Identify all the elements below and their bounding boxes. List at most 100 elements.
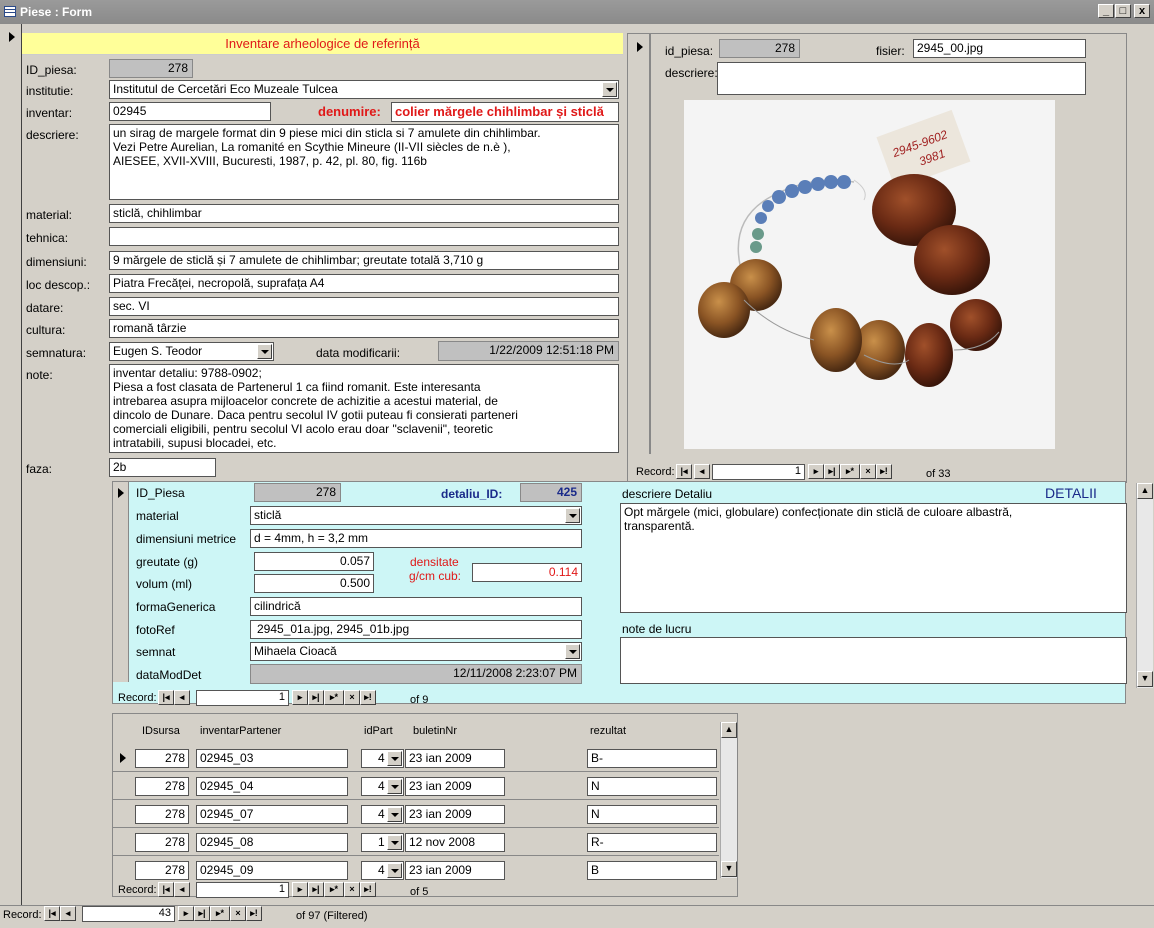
descriere-field[interactable]: un sirag de margele format din 9 piese m…	[109, 124, 619, 200]
dimensiuni-field[interactable]: 9 mărgele de sticlă și 7 amulete de chih…	[109, 251, 619, 270]
filter-record-icon[interactable]: ▸!	[246, 906, 262, 922]
cell-buletin[interactable]: 23 ian 2009	[405, 861, 505, 880]
densitate-field[interactable]: 0.114	[472, 563, 582, 582]
institutie-select[interactable]: Institutul de Cercetări Eco Muzeale Tulc…	[109, 80, 619, 99]
dimmet-field[interactable]: d = 4mm, h = 3,2 mm	[250, 529, 582, 548]
chevron-down-icon[interactable]	[257, 344, 272, 359]
cell-buletin[interactable]: 12 nov 2008	[405, 833, 505, 852]
last-record-icon[interactable]: ▸|	[194, 906, 210, 922]
first-record-icon[interactable]: |◂	[44, 906, 60, 922]
table-row[interactable]: 278 02945_09 4 23 ian 2009 B	[113, 856, 719, 882]
new-record-icon[interactable]: ▸*	[840, 464, 860, 480]
chevron-down-icon[interactable]	[387, 779, 402, 794]
photo-descriere-field[interactable]	[717, 62, 1086, 95]
next-record-icon[interactable]: ▸	[808, 464, 824, 480]
table-row[interactable]: 278 02945_04 4 23 ian 2009 N	[113, 772, 719, 800]
note-field[interactable]: inventar detaliu: 9788-0902; Piesa a fos…	[109, 364, 619, 453]
forma-field[interactable]: cilindrică	[250, 597, 582, 616]
cell-idpart[interactable]: 4	[361, 861, 404, 880]
fotoref-field[interactable]: 2945_01a.jpg, 2945_01b.jpg	[250, 620, 582, 639]
cell-idpart[interactable]: 4	[361, 749, 404, 768]
last-record-icon[interactable]: ▸|	[308, 690, 324, 706]
semnatura-select[interactable]: Eugen S. Teodor	[109, 342, 274, 361]
cell-buletin[interactable]: 23 ian 2009	[405, 749, 505, 768]
cell-idpart[interactable]: 4	[361, 777, 404, 796]
main-nav-current[interactable]: 43	[82, 906, 175, 922]
cell-rezultat[interactable]: N	[587, 805, 717, 824]
delete-record-icon[interactable]: ×	[860, 464, 876, 480]
cell-idsursa[interactable]: 278	[135, 861, 189, 880]
table-row[interactable]: 278 02945_08 1 12 nov 2008 R-	[113, 828, 719, 856]
scroll-up-icon[interactable]: ▲	[721, 722, 737, 738]
cell-inventar[interactable]: 02945_07	[196, 805, 348, 824]
scroll-up-icon[interactable]: ▲	[1137, 483, 1153, 499]
cell-buletin[interactable]: 23 ian 2009	[405, 805, 505, 824]
datare-field[interactable]: sec. VI	[109, 297, 619, 316]
filter-record-icon[interactable]: ▸!	[360, 882, 376, 898]
cell-idpart[interactable]: 1	[361, 833, 404, 852]
descdet-field[interactable]: Opt mărgele (mici, globulare) confecțion…	[620, 503, 1127, 613]
delete-record-icon[interactable]: ×	[344, 882, 360, 898]
cell-buletin[interactable]: 23 ian 2009	[405, 777, 505, 796]
cell-inventar[interactable]: 02945_03	[196, 749, 348, 768]
inventar-field[interactable]: 02945	[109, 102, 271, 121]
photo-nav-first-button[interactable]: |◂	[676, 464, 692, 480]
next-record-icon[interactable]: ▸	[292, 690, 308, 706]
next-record-icon[interactable]: ▸	[292, 882, 308, 898]
close-button[interactable]: x	[1134, 4, 1150, 18]
detail-record-selector[interactable]	[113, 482, 129, 682]
partners-scrollbar[interactable]: ▲ ▼	[720, 722, 737, 878]
cultura-field[interactable]: romană târzie	[109, 319, 619, 338]
cell-rezultat[interactable]: R-	[587, 833, 717, 852]
cell-rezultat[interactable]: B-	[587, 749, 717, 768]
cell-rezultat[interactable]: B	[587, 861, 717, 880]
filter-record-icon[interactable]: ▸!	[360, 690, 376, 706]
chevron-down-icon[interactable]	[387, 835, 402, 850]
first-record-icon[interactable]: |◂	[158, 882, 174, 898]
first-record-icon[interactable]: |◂	[676, 464, 692, 480]
delete-record-icon[interactable]: ×	[344, 690, 360, 706]
filter-record-icon[interactable]: ▸!	[876, 464, 892, 480]
photo-record-selector[interactable]	[628, 34, 650, 454]
cell-inventar[interactable]: 02945_09	[196, 861, 348, 880]
cell-inventar[interactable]: 02945_04	[196, 777, 348, 796]
cell-idsursa[interactable]: 278	[135, 805, 189, 824]
partners-nav-current[interactable]: 1	[196, 882, 289, 898]
record-selector[interactable]	[0, 24, 22, 906]
cell-idpart[interactable]: 4	[361, 805, 404, 824]
detail-scrollbar[interactable]: ▲ ▼	[1136, 483, 1153, 688]
cell-idsursa[interactable]: 278	[135, 833, 189, 852]
scroll-down-icon[interactable]: ▼	[721, 861, 737, 877]
last-record-icon[interactable]: ▸|	[824, 464, 840, 480]
minimize-button[interactable]: _	[1098, 4, 1114, 18]
prev-record-icon[interactable]: ◂	[60, 906, 76, 922]
table-row[interactable]: 278 02945_07 4 23 ian 2009 N	[113, 800, 719, 828]
cell-inventar[interactable]: 02945_08	[196, 833, 348, 852]
tehnica-field[interactable]	[109, 227, 619, 246]
faza-field[interactable]: 2b	[109, 458, 216, 477]
prev-record-icon[interactable]: ◂	[174, 882, 190, 898]
chevron-down-icon[interactable]	[387, 807, 402, 822]
chevron-down-icon[interactable]	[565, 508, 580, 523]
scroll-down-icon[interactable]: ▼	[1137, 671, 1153, 687]
chevron-down-icon[interactable]	[387, 863, 402, 878]
denumire-field[interactable]: colier mărgele chihlimbar și sticlă	[391, 102, 619, 122]
prev-record-icon[interactable]: ◂	[174, 690, 190, 706]
new-record-icon[interactable]: ▸*	[324, 882, 344, 898]
semnat-select[interactable]: Mihaela Cioacă	[250, 642, 582, 661]
greutate-field[interactable]: 0.057	[254, 552, 374, 571]
cell-idsursa[interactable]: 278	[135, 749, 189, 768]
last-record-icon[interactable]: ▸|	[308, 882, 324, 898]
cell-idsursa[interactable]: 278	[135, 777, 189, 796]
detail-material-select[interactable]: sticlă	[250, 506, 582, 525]
chevron-down-icon[interactable]	[565, 644, 580, 659]
delete-record-icon[interactable]: ×	[230, 906, 246, 922]
maximize-button[interactable]: □	[1115, 4, 1131, 18]
volum-field[interactable]: 0.500	[254, 574, 374, 593]
fisier-field[interactable]: 2945_00.jpg	[913, 39, 1086, 58]
material-field[interactable]: sticlă, chihlimbar	[109, 204, 619, 223]
note-lucru-field[interactable]	[620, 637, 1127, 684]
next-record-icon[interactable]: ▸	[178, 906, 194, 922]
first-record-icon[interactable]: |◂	[158, 690, 174, 706]
photo-nav-current[interactable]: 1	[712, 464, 805, 480]
